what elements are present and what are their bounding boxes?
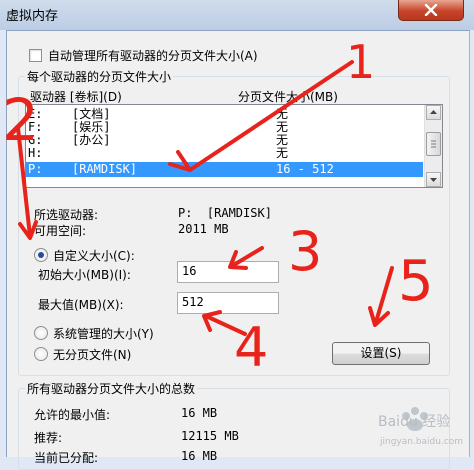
auto-manage-checkbox[interactable]	[29, 49, 42, 62]
min-allowed-label: 允许的最小值:	[34, 408, 111, 422]
current-allocated-label: 当前已分配:	[34, 451, 99, 465]
baidu-paw-icon: Baidu 经验 jingyan.baidu.com	[378, 407, 463, 447]
scroll-up-button[interactable]	[426, 105, 441, 120]
set-button[interactable]: 设置(S)	[332, 342, 430, 365]
watermark-sub: jingyan.baidu.com	[379, 437, 463, 447]
window-title: 虚拟内存	[6, 9, 59, 24]
grip-icon	[431, 140, 436, 148]
system-managed-label[interactable]: 系统管理的大小(Y)	[53, 325, 154, 342]
initial-size-label: 初始大小(MB)(I):	[38, 268, 131, 282]
no-paging-file-radio[interactable]	[34, 347, 48, 361]
system-managed-radio[interactable]	[34, 326, 48, 340]
scroll-down-button[interactable]	[426, 172, 441, 187]
drive-size: 16 - 512	[276, 162, 334, 176]
arrow-up-icon	[430, 110, 437, 114]
custom-size-label[interactable]: 自定义大小(C):	[53, 247, 135, 264]
column-header-size: 分页文件大小(MB)	[238, 90, 338, 104]
auto-manage-label[interactable]: 自动管理所有驱动器的分页文件大小(A)	[48, 47, 258, 64]
watermark-text: Baidu 经验	[378, 414, 450, 430]
drive-label: [RAMDISK]	[72, 162, 138, 176]
list-item[interactable]: H: 无	[26, 147, 423, 160]
free-space-label: 可用空间:	[34, 224, 87, 238]
vertical-scrollbar[interactable]	[424, 105, 442, 187]
drive-list[interactable]: E: [文档] 无 F: [娱乐] 无 G: [办公] 无 H: 无 P: [R…	[25, 104, 443, 188]
baidu-watermark: Baidu 经验 jingyan.baidu.com	[372, 394, 474, 456]
close-icon	[424, 4, 438, 16]
arrow-down-icon	[430, 178, 437, 182]
drive-letter: P:	[28, 162, 43, 176]
max-size-input[interactable]: 512	[177, 292, 279, 314]
min-allowed-value: 16 MB	[181, 406, 218, 420]
max-size-label: 最大值(MB)(X):	[38, 298, 124, 312]
initial-size-input[interactable]: 16	[177, 261, 279, 283]
current-allocated-value: 16 MB	[181, 449, 218, 463]
list-item-selected[interactable]: P: [RAMDISK] 16 - 512	[26, 162, 423, 177]
list-item[interactable]: G: [办公] 无	[26, 134, 423, 147]
drive-label: [办公]	[72, 133, 111, 147]
no-paging-file-label[interactable]: 无分页文件(N)	[53, 346, 131, 363]
custom-size-radio[interactable]	[34, 248, 48, 262]
drive-size: 无	[276, 146, 289, 160]
totals-group-label: 所有驱动器分页文件大小的总数	[25, 380, 198, 397]
scroll-thumb[interactable]	[426, 132, 441, 156]
close-button[interactable]	[398, 0, 464, 21]
drive-letter: H:	[28, 146, 43, 160]
free-space-value: 2011 MB	[178, 222, 229, 236]
recommended-value: 12115 MB	[181, 429, 239, 443]
column-header-drive: 驱动器 [卷标](D)	[30, 90, 122, 104]
recommended-label: 推荐:	[34, 431, 63, 445]
selected-drive-value: P: [RAMDISK]	[178, 206, 272, 220]
selected-drive-label: 所选驱动器:	[34, 208, 99, 222]
title-bar: 虚拟内存	[0, 0, 474, 30]
per-drive-group-label: 每个驱动器的分页文件大小	[25, 68, 174, 85]
